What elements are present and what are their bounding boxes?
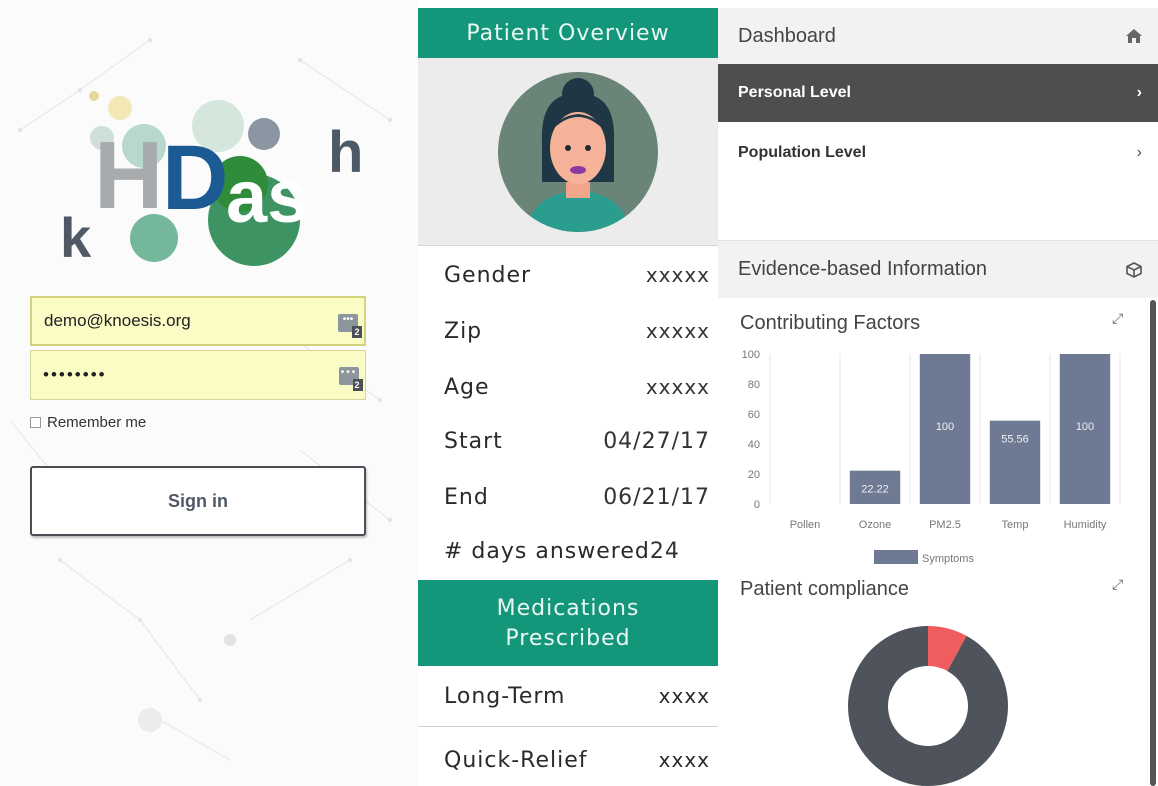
medications-prescribed-title: Medications Prescribed <box>418 580 718 666</box>
row-label: Zip <box>444 318 483 344</box>
medication-row-quick-relief: Quick-Relief xxxx <box>418 736 718 784</box>
remember-me-checkbox[interactable] <box>30 417 41 428</box>
login-panel: k H D as h demo@knoesis.org ••• 2 ••••••… <box>0 0 418 786</box>
sign-in-button[interactable]: Sign in <box>30 466 366 536</box>
row-label: Gender <box>444 262 532 288</box>
expand-icon[interactable]: ⤢ <box>1112 576 1123 593</box>
row-value: xxxxx <box>645 319 710 343</box>
legend-swatch <box>874 550 918 564</box>
logo-letter-h-lower: h <box>328 120 364 185</box>
evidence-header: Evidence-based Information <box>718 240 1158 298</box>
dashboard-panel: Dashboard Personal Level › Population Le… <box>718 0 1158 786</box>
expand-icon[interactable]: ⤢ <box>1112 310 1123 327</box>
medication-label: Long-Term <box>444 683 566 709</box>
contributing-factors-chart: 0 20 40 60 80 100 Pollen 22.22 Ozone 100 PM2.5 55.5… <box>742 349 1121 565</box>
patient-compliance-donut <box>848 626 1008 786</box>
chevron-right-icon: › <box>1136 84 1142 101</box>
y-tick-label: 20 <box>748 469 760 481</box>
medication-row-long-term: Long-Term xxxx <box>418 672 718 720</box>
row-label: Age <box>444 374 490 400</box>
legend-label: Symptoms <box>922 553 974 565</box>
row-label: Start <box>444 428 503 454</box>
y-tick-label: 60 <box>748 409 760 421</box>
bar-data-label: 100 <box>1076 421 1094 433</box>
row-value: 06/21/17 <box>603 484 710 510</box>
overview-row-end: End 06/21/17 <box>418 474 718 520</box>
medications-title-line2: Prescribed <box>505 626 631 651</box>
row-label: # days answered <box>444 538 650 564</box>
row-value: xxxxx <box>645 375 710 399</box>
email-field[interactable]: demo@knoesis.org ••• 2 <box>30 296 366 346</box>
remember-me-label: Remember me <box>47 414 147 431</box>
home-icon[interactable] <box>1126 29 1142 43</box>
dashboard-title: Dashboard <box>738 24 836 47</box>
divider <box>418 726 718 727</box>
patient-overview-title: Patient Overview <box>418 8 718 58</box>
password-value: •••••••• <box>43 365 107 384</box>
email-value: demo@knoesis.org <box>44 311 191 330</box>
patient-avatar <box>498 72 658 232</box>
password-manager-icon[interactable]: ••• 2 <box>339 367 363 391</box>
evidence-title: Evidence-based Information <box>738 258 988 280</box>
row-value: 24 <box>649 538 680 564</box>
nav-personal-label: Personal Level <box>738 84 851 101</box>
bar-data-label: 55.56 <box>1001 434 1029 446</box>
y-tick-label: 80 <box>748 379 760 391</box>
patient-compliance-title: Patient compliance <box>740 578 909 600</box>
bar-data-label: 100 <box>936 421 954 433</box>
y-tick-label: 0 <box>754 499 760 511</box>
overview-row-zip: Zip xxxxx <box>418 308 718 354</box>
row-label: End <box>444 484 489 510</box>
password-field[interactable]: •••••••• ••• 2 <box>30 350 366 400</box>
overview-row-start: Start 04/27/17 <box>418 418 718 464</box>
logo-letters-as: as <box>226 155 309 238</box>
x-tick-label: Humidity <box>1064 519 1107 531</box>
logo-letter-d: D <box>162 127 229 229</box>
nav-population-level[interactable]: Population Level › <box>718 124 1158 182</box>
logo-letter-h-upper: H <box>94 122 164 229</box>
overview-row-days-answered: # days answered 24 <box>418 528 718 574</box>
nav-population-label: Population Level <box>738 144 867 161</box>
x-tick-label: PM2.5 <box>929 519 961 531</box>
cube-icon <box>1126 261 1142 278</box>
overview-row-age: Age xxxxx <box>418 364 718 410</box>
logo-letter-k: k <box>60 206 92 269</box>
x-tick-label: Ozone <box>859 519 891 531</box>
medication-label: Quick-Relief <box>444 747 588 773</box>
y-tick-label: 40 <box>748 439 760 451</box>
overview-row-gender: Gender xxxxx <box>418 252 718 298</box>
y-tick-label: 100 <box>742 349 760 361</box>
x-tick-label: Pollen <box>790 519 821 531</box>
avatar-area <box>418 58 718 246</box>
medication-value: xxxx <box>658 748 710 772</box>
nav-personal-level[interactable]: Personal Level › <box>718 64 1158 122</box>
khdash-logo: k H D as h <box>58 80 368 280</box>
contributing-factors-title: Contributing Factors <box>740 312 921 334</box>
password-manager-badge: 2 <box>353 379 363 391</box>
row-value: xxxxx <box>645 263 710 287</box>
x-tick-label: Temp <box>1002 519 1029 531</box>
dashboard-header: Dashboard <box>718 8 1158 64</box>
medication-value: xxxx <box>658 684 710 708</box>
medications-title-line1: Medications <box>496 596 640 621</box>
patient-overview-panel: Patient Overview Gender xxxxx Zip xxxxx … <box>418 0 718 786</box>
remember-me[interactable]: Remember me <box>30 414 146 431</box>
woman-avatar-icon <box>498 72 658 232</box>
chevron-right-icon: › <box>1136 144 1142 161</box>
password-manager-badge: 2 <box>352 326 362 338</box>
bar-data-label: 22.22 <box>861 484 889 496</box>
scrollbar[interactable] <box>1150 300 1156 786</box>
row-value: 04/27/17 <box>603 428 710 454</box>
password-manager-icon[interactable]: ••• 2 <box>338 314 362 338</box>
